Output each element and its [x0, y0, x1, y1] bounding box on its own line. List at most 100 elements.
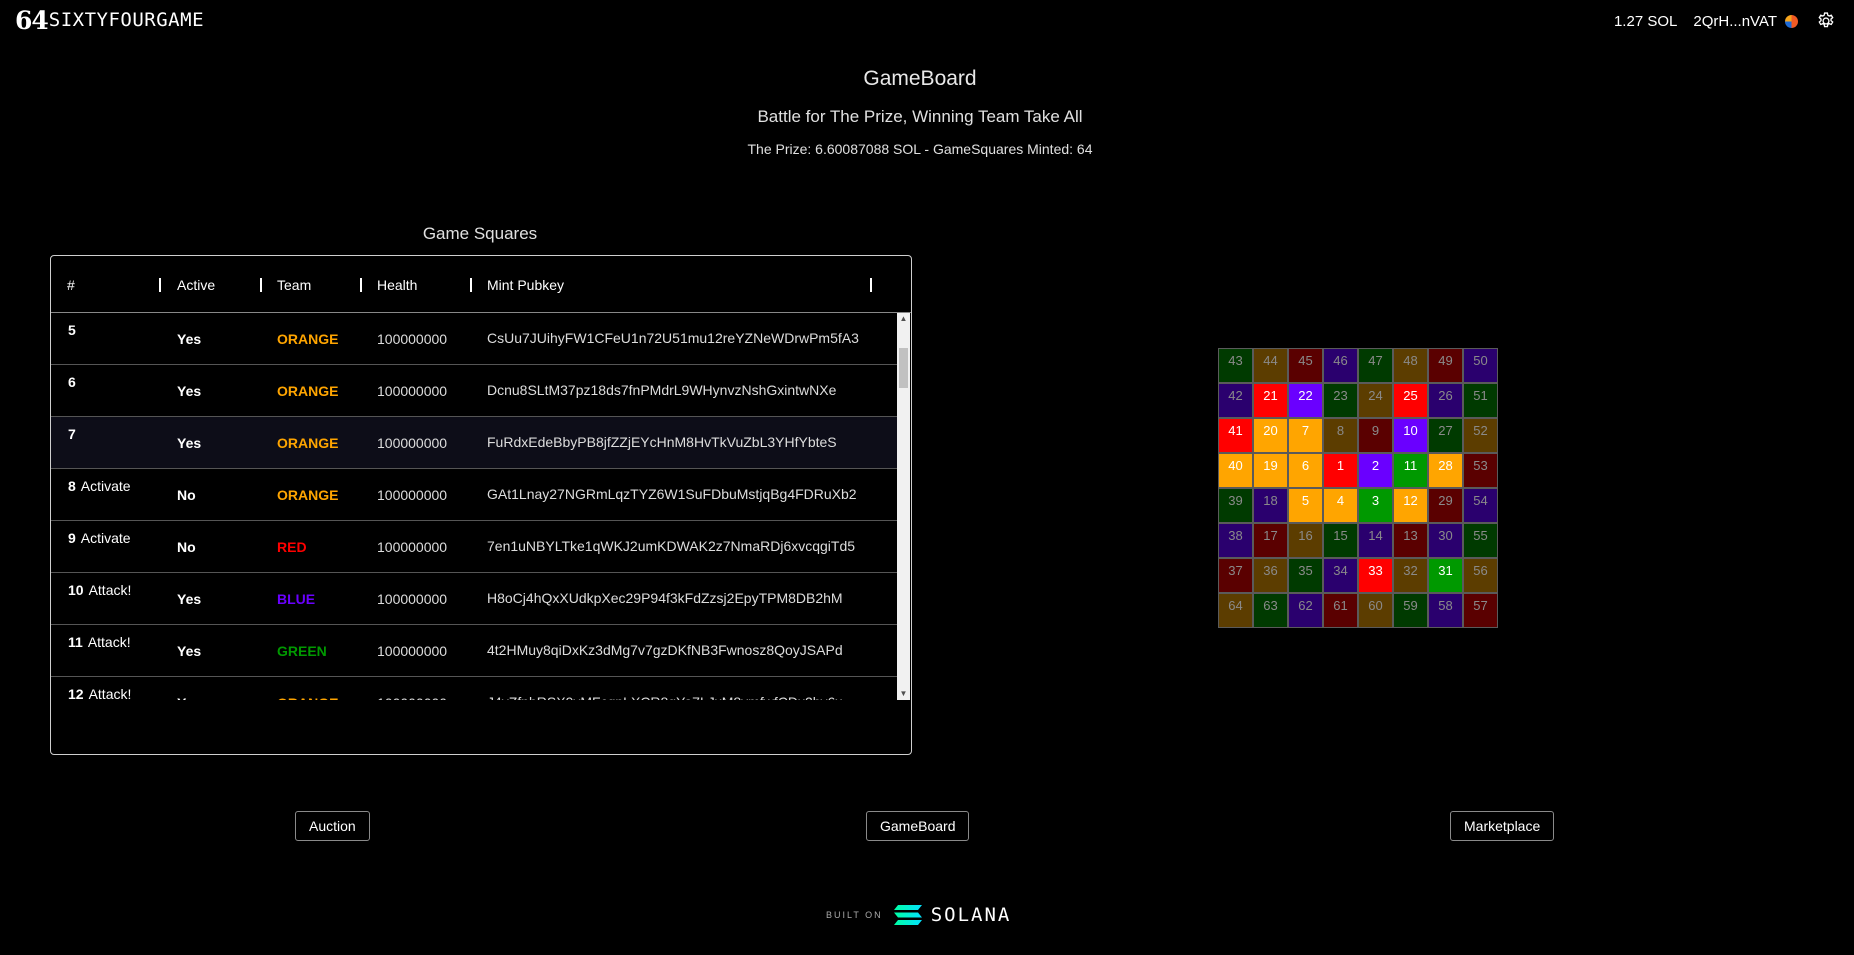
table-row[interactable]: 8 Activate No ORANGE 100000000 GAt1Lnay27NGRm… [51, 469, 897, 521]
board-square[interactable]: 38 [1218, 523, 1253, 558]
board-square[interactable]: 23 [1323, 383, 1358, 418]
board-square[interactable]: 8 [1323, 418, 1358, 453]
table-row[interactable]: 10 Attack! Yes BLUE 100000000 H8oCj4hQxXUdkpX… [51, 573, 897, 625]
column-resize-handle[interactable] [870, 278, 872, 292]
board-square[interactable]: 48 [1393, 348, 1428, 383]
wallet-button[interactable]: 2QrH...nVAT [1693, 13, 1798, 30]
row-action-link[interactable]: Activate [81, 478, 131, 494]
table-row[interactable]: 7 Yes ORANGE 100000000 FuRdxEdeBbyPB8jfZZjEY… [51, 417, 897, 469]
column-header-health[interactable]: Health [377, 277, 417, 293]
board-square[interactable]: 32 [1393, 558, 1428, 593]
board-square[interactable]: 54 [1463, 488, 1498, 523]
board-square[interactable]: 35 [1288, 558, 1323, 593]
board-square[interactable]: 49 [1428, 348, 1463, 383]
row-action-link[interactable]: Attack! [89, 582, 132, 598]
board-square[interactable]: 25 [1393, 383, 1428, 418]
table-row[interactable]: 6 Yes ORANGE 100000000 Dcnu8SLtM37pz18ds7fnP… [51, 365, 897, 417]
column-header-team[interactable]: Team [277, 277, 311, 293]
table-row[interactable]: 9 Activate No RED 100000000 7en1uNBYLTke1qWKJ… [51, 521, 897, 573]
column-header-active[interactable]: Active [177, 277, 215, 293]
board-square[interactable]: 53 [1463, 453, 1498, 488]
board-square[interactable]: 58 [1428, 593, 1463, 628]
board-square[interactable]: 62 [1288, 593, 1323, 628]
table-row[interactable]: 12 Attack! Yes ORANGE 100000000 J4vZfpbRSX9vM… [51, 677, 897, 700]
board-square[interactable]: 7 [1288, 418, 1323, 453]
board-square[interactable]: 4 [1323, 488, 1358, 523]
board-square[interactable]: 29 [1428, 488, 1463, 523]
board-square[interactable]: 20 [1253, 418, 1288, 453]
board-square[interactable]: 1 [1323, 453, 1358, 488]
board-square[interactable]: 24 [1358, 383, 1393, 418]
scroll-down-arrow-icon[interactable]: ▼ [897, 688, 910, 700]
app-logo[interactable]: 64 SIXTYFOURGAME [15, 6, 204, 35]
board-square[interactable]: 63 [1253, 593, 1288, 628]
board-square[interactable]: 56 [1463, 558, 1498, 593]
board-square[interactable]: 12 [1393, 488, 1428, 523]
board-square[interactable]: 33 [1358, 558, 1393, 593]
board-square[interactable]: 47 [1358, 348, 1393, 383]
board-square[interactable]: 52 [1463, 418, 1498, 453]
row-action-link[interactable]: Activate [81, 530, 131, 546]
board-square[interactable]: 31 [1428, 558, 1463, 593]
board-square[interactable]: 34 [1323, 558, 1358, 593]
board-square[interactable]: 40 [1218, 453, 1253, 488]
gameboard-button[interactable]: GameBoard [866, 811, 970, 841]
board-square[interactable]: 2 [1358, 453, 1393, 488]
board-square[interactable]: 57 [1463, 593, 1498, 628]
table-row[interactable]: 11 Attack! Yes GREEN 100000000 4t2HMuy8qiDxKz… [51, 625, 897, 677]
board-square[interactable]: 39 [1218, 488, 1253, 523]
board-square[interactable]: 36 [1253, 558, 1288, 593]
board-square[interactable]: 51 [1463, 383, 1498, 418]
board-square[interactable]: 64 [1218, 593, 1253, 628]
board-square[interactable]: 43 [1218, 348, 1253, 383]
game-board-grid: 43 44 45 46 47 48 49 50 42 21 22 23 24 25 26 51 41 20 7 8 9 1… [1218, 348, 1498, 628]
board-square[interactable]: 50 [1463, 348, 1498, 383]
board-square[interactable]: 37 [1218, 558, 1253, 593]
scrollbar-thumb[interactable] [899, 348, 908, 388]
board-square[interactable]: 61 [1323, 593, 1358, 628]
table-row[interactable]: 5 Yes ORANGE 100000000 CsUu7JUihyFW1CFeU1n72… [51, 313, 897, 365]
row-action-link[interactable]: Attack! [88, 634, 131, 650]
board-square[interactable]: 15 [1323, 523, 1358, 558]
board-square[interactable]: 5 [1288, 488, 1323, 523]
board-square[interactable]: 27 [1428, 418, 1463, 453]
board-square[interactable]: 26 [1428, 383, 1463, 418]
board-square[interactable]: 28 [1428, 453, 1463, 488]
board-square[interactable]: 42 [1218, 383, 1253, 418]
board-square[interactable]: 45 [1288, 348, 1323, 383]
scroll-up-arrow-icon[interactable]: ▲ [897, 313, 910, 325]
board-square[interactable]: 55 [1463, 523, 1498, 558]
column-header-mint-pubkey[interactable]: Mint Pubkey [487, 277, 564, 293]
board-square[interactable]: 46 [1323, 348, 1358, 383]
board-square[interactable]: 21 [1253, 383, 1288, 418]
table-body[interactable]: 5 Yes ORANGE 100000000 CsUu7JUihyFW1CFeU1n72… [51, 313, 897, 700]
board-square[interactable]: 19 [1253, 453, 1288, 488]
marketplace-button[interactable]: Marketplace [1450, 811, 1555, 841]
board-square[interactable]: 11 [1393, 453, 1428, 488]
gear-icon[interactable] [1816, 11, 1836, 31]
board-square[interactable]: 18 [1253, 488, 1288, 523]
column-resize-handle[interactable] [360, 278, 362, 292]
board-square[interactable]: 59 [1393, 593, 1428, 628]
board-square[interactable]: 41 [1218, 418, 1253, 453]
board-square[interactable]: 60 [1358, 593, 1393, 628]
column-resize-handle[interactable] [470, 278, 472, 292]
column-header-number[interactable]: # [67, 277, 75, 293]
column-resize-handle[interactable] [159, 278, 161, 292]
board-square[interactable]: 17 [1253, 523, 1288, 558]
board-square[interactable]: 44 [1253, 348, 1288, 383]
board-square[interactable]: 10 [1393, 418, 1428, 453]
built-on-solana[interactable]: BUILT ON SOLANA [826, 903, 1011, 927]
board-square[interactable]: 30 [1428, 523, 1463, 558]
column-resize-handle[interactable] [260, 278, 262, 292]
board-square[interactable]: 9 [1358, 418, 1393, 453]
table-scrollbar[interactable]: ▲ ▼ [897, 313, 910, 700]
board-square[interactable]: 16 [1288, 523, 1323, 558]
board-square[interactable]: 3 [1358, 488, 1393, 523]
board-square[interactable]: 6 [1288, 453, 1323, 488]
row-action-link[interactable]: Attack! [89, 686, 132, 700]
board-square[interactable]: 14 [1358, 523, 1393, 558]
board-square[interactable]: 22 [1288, 383, 1323, 418]
auction-button[interactable]: Auction [295, 811, 370, 841]
board-square[interactable]: 13 [1393, 523, 1428, 558]
